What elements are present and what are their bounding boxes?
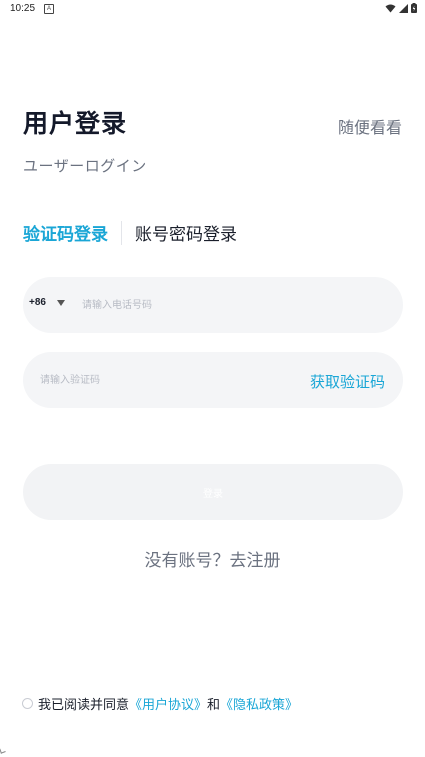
agreement-row: 我已阅读并同意 《用户协议》 和 《隐私政策》 [22,694,298,713]
country-code-selector[interactable]: +86 [29,297,46,308]
wifi-icon [385,4,396,12]
verification-code-field: 获取验证码 [23,352,403,408]
tab-password-login[interactable]: 账号密码登录 [135,220,237,245]
page-subtitle: ユーザーログイン [23,157,147,175]
back-gesture-indicator [0,747,6,754]
register-link[interactable]: 没有账号？去注册 [0,546,425,571]
phone-field: +86 [23,277,403,333]
login-button[interactable]: 登录 [23,464,403,520]
phone-input[interactable] [82,295,382,315]
verification-code-input[interactable] [40,370,290,390]
battery-icon [411,3,417,13]
status-icons [385,3,417,13]
user-agreement-link[interactable]: 《用户协议》 [129,694,207,713]
signal-icon [399,3,408,13]
status-time: 10:25 [10,3,36,14]
notification-icon: A [44,4,54,14]
status-bar: 10:25 A [0,0,425,18]
browse-as-guest-link[interactable]: 随便看看 [338,114,402,138]
agreement-prefix: 我已阅读并同意 [38,698,130,713]
login-method-tabs: 验证码登录 账号密码登录 [23,220,237,245]
get-code-button[interactable]: 获取验证码 [310,371,385,392]
chevron-down-icon[interactable] [57,300,65,306]
tab-divider [121,220,122,245]
page-title: 用户登录 [23,109,128,138]
privacy-policy-link[interactable]: 《隐私政策》 [220,694,298,713]
agreement-conjunction: 和 [207,698,221,713]
agreement-checkbox[interactable] [22,698,33,709]
tab-sms-code-login[interactable]: 验证码登录 [23,220,108,245]
